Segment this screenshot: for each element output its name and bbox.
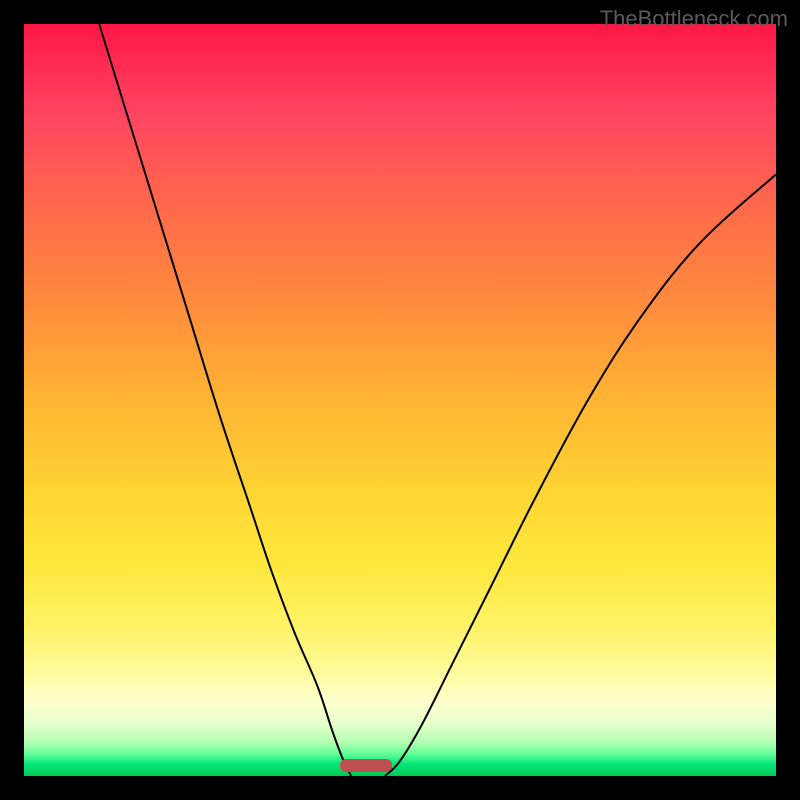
- right-curve: [385, 174, 776, 776]
- left-curve: [99, 24, 351, 776]
- bottleneck-marker: [340, 759, 393, 773]
- chart-plot-area: [24, 24, 776, 776]
- watermark-text: TheBottleneck.com: [600, 6, 788, 32]
- chart-curves-svg: [24, 24, 776, 776]
